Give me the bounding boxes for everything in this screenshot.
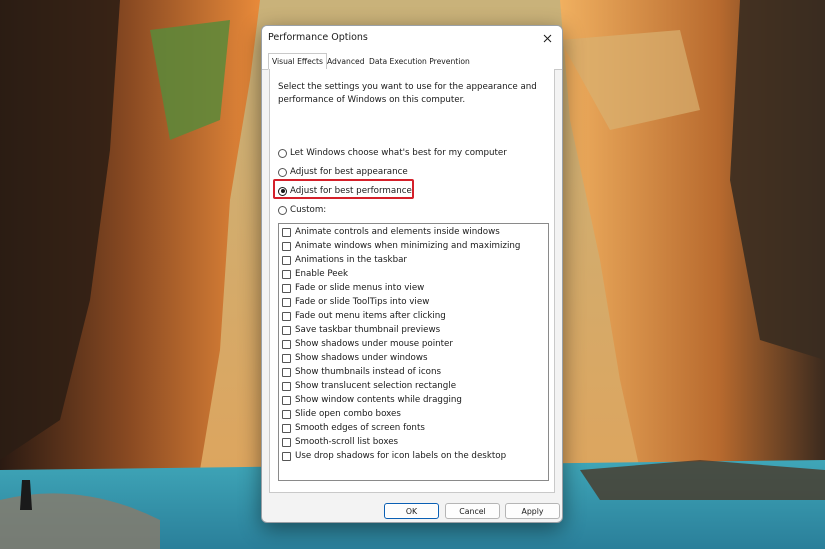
checkbox[interactable] (282, 311, 291, 321)
effect-item[interactable]: Fade or slide menus into view (282, 281, 424, 295)
effect-label: Show shadows under mouse pointer (295, 339, 453, 349)
effect-item[interactable]: Smooth-scroll list boxes (282, 435, 398, 449)
effect-label: Use drop shadows for icon labels on the … (295, 451, 507, 461)
effect-label: Show translucent selection rectangle (295, 381, 457, 391)
effect-item[interactable]: Show shadows under windows (282, 351, 427, 365)
effect-item[interactable]: Show translucent selection rectangle (282, 379, 456, 393)
checkbox[interactable] (282, 395, 291, 405)
radio-custom[interactable]: Custom: (278, 203, 326, 217)
checkbox[interactable] (282, 269, 291, 279)
radio-let-windows-choose[interactable]: Let Windows choose what's best for my co… (278, 146, 507, 160)
checkbox[interactable] (282, 367, 291, 377)
radio-label: Let Windows choose what's best for my co… (290, 148, 507, 158)
effect-item[interactable]: Show window contents while dragging (282, 393, 462, 407)
radio-button[interactable] (278, 167, 287, 177)
effect-label: Animate windows when minimizing and maxi… (295, 241, 521, 251)
effect-item[interactable]: Enable Peek (282, 267, 348, 281)
effect-label: Fade or slide menus into view (295, 283, 425, 293)
ok-button[interactable]: OK (384, 503, 439, 519)
close-button[interactable] (532, 26, 562, 50)
checkbox[interactable] (282, 381, 291, 391)
visual-effects-panel: Select the settings you want to use for … (269, 69, 555, 493)
effect-item[interactable]: Save taskbar thumbnail previews (282, 323, 440, 337)
effect-label: Fade out menu items after clicking (295, 311, 446, 321)
radio-button[interactable] (278, 148, 287, 158)
effect-label: Animate controls and elements inside win… (295, 227, 500, 237)
checkbox[interactable] (282, 437, 291, 447)
intro-text: Select the settings you want to use for … (278, 82, 537, 105)
effect-label: Slide open combo boxes (295, 409, 401, 419)
effect-item[interactable]: Show thumbnails instead of icons (282, 365, 441, 379)
effect-label: Smooth-scroll list boxes (295, 437, 399, 447)
title-bar[interactable]: Performance Options (262, 26, 562, 52)
checkbox[interactable] (282, 325, 291, 335)
effect-label: Save taskbar thumbnail previews (295, 325, 441, 335)
effect-label: Show shadows under windows (295, 353, 428, 363)
radio-label: Adjust for best performance (290, 186, 412, 196)
radio-best-performance[interactable]: Adjust for best performance (278, 184, 412, 198)
effect-label: Enable Peek (295, 269, 349, 279)
checkbox[interactable] (282, 423, 291, 433)
cancel-button[interactable]: Cancel (445, 503, 500, 519)
effect-label: Show window contents while dragging (295, 395, 462, 405)
effect-item[interactable]: Animations in the taskbar (282, 253, 407, 267)
radio-label: Custom: (290, 205, 327, 215)
effect-item[interactable]: Use drop shadows for icon labels on the … (282, 449, 506, 463)
effect-label: Smooth edges of screen fonts (295, 423, 425, 433)
apply-button[interactable]: Apply (505, 503, 560, 519)
checkbox[interactable] (282, 353, 291, 363)
effect-item[interactable]: Animate windows when minimizing and maxi… (282, 239, 520, 253)
checkbox[interactable] (282, 241, 291, 251)
effect-item[interactable]: Slide open combo boxes (282, 407, 401, 421)
dialog-title: Performance Options (268, 32, 368, 43)
effect-item[interactable]: Smooth edges of screen fonts (282, 421, 425, 435)
checkbox[interactable] (282, 255, 291, 265)
checkbox[interactable] (282, 451, 291, 461)
visual-effects-list[interactable]: Animate controls and elements inside win… (278, 223, 549, 481)
effect-item[interactable]: Fade or slide ToolTips into view (282, 295, 429, 309)
radio-best-appearance[interactable]: Adjust for best appearance (278, 165, 408, 179)
checkbox[interactable] (282, 283, 291, 293)
tab-advanced[interactable]: Advanced (324, 55, 368, 69)
effect-item[interactable]: Fade out menu items after clicking (282, 309, 446, 323)
effect-label: Fade or slide ToolTips into view (295, 297, 430, 307)
radio-button-selected[interactable] (278, 186, 287, 196)
effect-label: Show thumbnails instead of icons (295, 367, 442, 377)
effect-label: Animations in the taskbar (295, 255, 407, 265)
tab-data-execution-prevention[interactable]: Data Execution Prevention (366, 55, 473, 69)
performance-options-dialog: Performance Options Visual Effects Advan… (261, 25, 563, 523)
close-icon (543, 34, 551, 42)
checkbox[interactable] (282, 297, 291, 307)
radio-label: Adjust for best appearance (290, 167, 408, 177)
radio-button[interactable] (278, 205, 287, 215)
checkbox[interactable] (282, 339, 291, 349)
checkbox[interactable] (282, 409, 291, 419)
checkbox[interactable] (282, 227, 291, 237)
tab-strip: Visual Effects Advanced Data Execution P… (262, 52, 562, 70)
tab-visual-effects[interactable]: Visual Effects (268, 53, 327, 70)
effect-item[interactable]: Animate controls and elements inside win… (282, 225, 500, 239)
effect-item[interactable]: Show shadows under mouse pointer (282, 337, 453, 351)
